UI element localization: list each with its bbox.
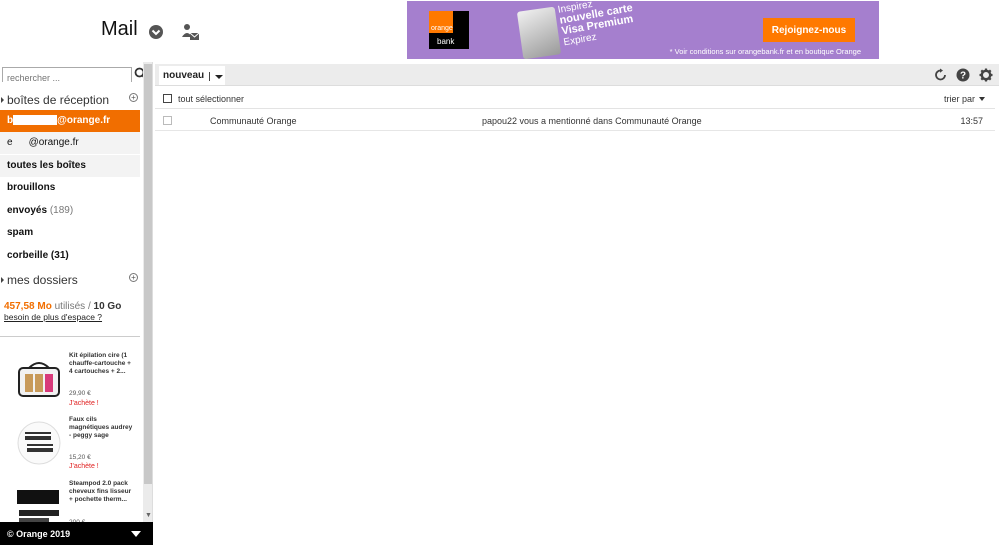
sidebar-item-sent[interactable]: envoyés (189) — [0, 200, 140, 222]
app-header: Mail orange bank Inspirez nouvelle carte… — [0, 0, 999, 62]
list-header: tout sélectionner trier par — [155, 88, 995, 109]
promo-banner[interactable]: orange bank Inspirez nouvelle carte Visa… — [407, 1, 879, 59]
product-name: Steampod 2.0 pack cheveux fins lisseur +… — [69, 480, 132, 503]
promo-text: Inspirez nouvelle carte Visa Premium Exp… — [557, 1, 638, 48]
folder-name: spam — [7, 227, 34, 238]
table-row[interactable]: Communauté Orange papou22 vous a mention… — [155, 110, 995, 131]
banner-disclaimer: * Voir conditions sur orangebank.fr et e… — [669, 47, 861, 56]
sidebar: boîtes de réception + b@orange.fr e@oran… — [0, 62, 153, 545]
mail-toolbar: nouveau ? — [155, 64, 999, 86]
storage-used-value: 457,58 — [4, 301, 35, 312]
storage-usage: 457,58 Mo utilisés / 10 Go — [4, 301, 121, 312]
message-subject: papou22 vous a mentionné dans Communauté… — [482, 116, 702, 126]
join-button[interactable]: Rejoignez-nous — [763, 18, 855, 42]
spam-label: spam — [7, 227, 33, 238]
redacted-block — [13, 137, 29, 147]
new-message-button[interactable]: nouveau — [159, 66, 225, 85]
product-ad[interactable]: Faux cils magnétiques audrey - peggy sag… — [15, 416, 140, 476]
scrollbar-thumb[interactable] — [144, 64, 152, 484]
sidebar-item-all-boxes[interactable]: toutes les boîtes — [0, 155, 140, 177]
inbox-section-header[interactable]: boîtes de réception + — [0, 90, 140, 110]
account-2-suffix: @orange.fr — [28, 137, 79, 148]
folder-count: (189) — [49, 205, 74, 216]
select-all-label[interactable]: tout sélectionner — [178, 94, 244, 104]
card-image — [516, 6, 562, 59]
storage-used-label: utilisés / — [54, 301, 91, 312]
folder-name: envoyés — [7, 205, 48, 216]
svg-text:?: ? — [960, 71, 966, 82]
footer-bar[interactable]: © Orange 2019 — [0, 522, 153, 545]
account-1-label: b @orange.fr — [7, 115, 110, 126]
sidebar-item-account-1[interactable]: b @orange.fr — [0, 110, 140, 132]
product-price: 15,20 € — [69, 454, 91, 461]
contacts-icon[interactable] — [181, 22, 200, 40]
app-title: Mail — [101, 18, 138, 40]
row-checkbox[interactable] — [163, 116, 172, 125]
storage-total: 10 Go — [93, 301, 122, 312]
help-icon[interactable]: ? — [956, 68, 970, 82]
separator — [209, 72, 210, 81]
storage-used-unit: Mo — [37, 301, 52, 312]
product-price: 29,90 € — [69, 390, 91, 397]
sidebar-scrollbar[interactable]: ▼ — [143, 62, 152, 522]
caret-down-icon[interactable] — [131, 531, 141, 537]
add-folder-icon[interactable]: + — [129, 273, 138, 282]
my-folders-section-header[interactable]: mes dossiers + — [0, 270, 140, 290]
message-sender: Communauté Orange — [210, 116, 297, 126]
refresh-icon[interactable] — [934, 68, 948, 82]
trash-label: corbeille (31) — [7, 250, 69, 261]
message-time: 13:57 — [960, 116, 983, 126]
sidebar-item-drafts[interactable]: brouillons — [0, 177, 140, 199]
more-storage-link[interactable]: besoin de plus d'espace ? — [4, 312, 102, 322]
inbox-section-label: boîtes de réception — [7, 93, 110, 107]
sidebar-item-account-2[interactable]: e @orange.fr — [0, 132, 140, 154]
expand-icon — [1, 277, 4, 283]
buy-link[interactable]: J'achète ! — [69, 463, 99, 470]
buy-link[interactable]: J'achète ! — [69, 400, 99, 407]
folder-name: corbeille — [7, 250, 49, 261]
chevron-down-icon[interactable] — [979, 97, 985, 101]
search-field-wrap — [2, 67, 132, 85]
add-inbox-icon[interactable]: + — [129, 93, 138, 102]
sidebar-item-spam[interactable]: spam — [0, 222, 140, 244]
select-all-checkbox[interactable] — [163, 94, 172, 103]
new-message-label: nouveau — [163, 70, 205, 81]
sidebar-item-trash[interactable]: corbeille (31) — [0, 245, 140, 267]
gear-icon[interactable] — [979, 68, 993, 82]
chevron-down-circle-icon[interactable] — [148, 22, 166, 40]
account-2-label: e @orange.fr — [7, 137, 79, 148]
logo-text-top: orange — [431, 25, 453, 32]
search-input[interactable] — [3, 71, 131, 85]
my-folders-label: mes dossiers — [7, 273, 78, 287]
copyright-text: © Orange 2019 — [7, 529, 71, 539]
product-name: Faux cils magnétiques audrey - peggy sag… — [69, 416, 133, 439]
divider — [0, 336, 140, 337]
orange-bank-logo: orange bank — [429, 11, 469, 49]
product-ad[interactable]: Kit épilation cire (1 chauffe-cartouche … — [15, 352, 140, 412]
product-image — [15, 356, 63, 402]
logo-text-bottom: bank — [437, 37, 455, 46]
product-image — [15, 420, 63, 466]
folder-count: (31) — [50, 250, 69, 261]
sent-label: envoyés (189) — [7, 205, 73, 216]
account-1-suffix: @orange.fr — [57, 115, 111, 126]
product-name: Kit épilation cire (1 chauffe-cartouche … — [69, 352, 131, 375]
all-boxes-label: toutes les boîtes — [7, 160, 86, 171]
drafts-label: brouillons — [7, 182, 55, 193]
folder-name: brouillons — [7, 182, 56, 193]
sort-by-button[interactable]: trier par — [944, 94, 975, 104]
scroll-down-icon[interactable]: ▼ — [145, 512, 152, 519]
expand-icon — [1, 97, 4, 103]
redacted-block — [13, 115, 58, 126]
chevron-down-icon[interactable] — [215, 75, 223, 79]
